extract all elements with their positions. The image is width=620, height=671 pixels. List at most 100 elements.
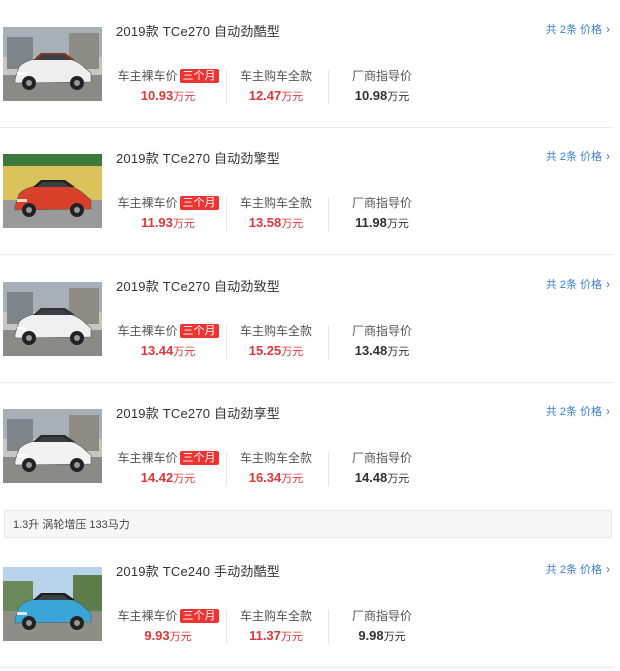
price-count-link[interactable]: 共 2条 价格 › [546,561,610,577]
guide-price-number: 11.98 [355,215,387,230]
price-count-label: 共 2条 价格 [545,406,602,418]
chevron-right-icon: › [606,22,610,36]
naked-price-label-text: 车主裸车价 [117,324,178,338]
price-unit: 万元 [169,631,192,643]
total-price-value: 12.47万元 [232,88,320,105]
price-unit: 万元 [172,218,195,230]
guide-price-number: 13.48 [354,343,388,358]
total-price-block: 车主购车全款 13.58万元 [232,195,320,232]
guide-price-block: 厂商指导价 10.98万元 [344,68,420,105]
row-separator [0,667,614,668]
price-count-link[interactable]: 共 2条 价格 › [546,403,610,419]
total-price-value: 11.37万元 [232,628,320,645]
period-badge: 三个月 [179,69,219,83]
total-price-label: 车主购车全款 [239,196,312,210]
chevron-right-icon: › [606,404,610,418]
guide-price-block: 厂商指导价 14.48万元 [344,450,420,487]
row-separator [0,127,614,128]
total-price-number: 15.25 [248,343,282,358]
car-thumbnail[interactable] [3,282,102,356]
period-badge: 三个月 [179,324,219,338]
guide-price-value: 11.98万元 [344,215,420,232]
car-thumbnail[interactable] [3,567,102,641]
price-unit: 万元 [387,346,410,358]
naked-price-value: 11.93万元 [116,215,220,232]
naked-price-label: 车主裸车价 三个月 [116,450,220,466]
trim-title[interactable]: 2019款 TCe240 手动劲酷型 [116,561,280,580]
trim-title[interactable]: 2019款 TCe270 自动劲酷型 [116,21,280,40]
price-count-label: 共 2条 价格 [545,151,602,163]
trim-title[interactable]: 2019款 TCe270 自动劲致型 [116,276,280,295]
period-badge: 三个月 [179,609,219,623]
chevron-right-icon: › [606,277,610,291]
column-divider [328,197,329,231]
total-price-label: 车主购车全款 [239,324,312,338]
period-badge: 三个月 [179,196,219,210]
naked-price-label-text: 车主裸车价 [117,609,178,623]
total-price-block: 车主购车全款 16.34万元 [232,450,320,487]
column-divider [328,610,329,644]
naked-price-number: 11.93 [141,215,173,230]
naked-price-value: 14.42万元 [116,470,220,487]
price-count-link[interactable]: 共 2条 价格 › [546,276,610,292]
guide-price-label: 厂商指导价 [351,324,412,338]
column-divider [328,325,329,359]
price-count-link[interactable]: 共 2条 价格 › [546,21,610,37]
total-price-number: 11.37 [249,628,281,643]
total-price-block: 车主购车全款 11.37万元 [232,608,320,645]
naked-price-label: 车主裸车价 三个月 [116,195,220,211]
naked-price-number: 10.93 [140,88,174,103]
guide-price-block: 厂商指导价 11.98万元 [344,195,420,232]
total-price-number: 16.34 [248,470,282,485]
car-thumbnail[interactable] [3,409,102,483]
price-count-label: 共 2条 价格 [545,24,602,36]
trim-title[interactable]: 2019款 TCe270 自动劲擎型 [116,148,280,167]
trim-title[interactable]: 2019款 TCe270 自动劲享型 [116,403,280,422]
row-separator [0,382,614,383]
naked-price-label-text: 车主裸车价 [117,196,178,210]
guide-price-label: 厂商指导价 [351,451,412,465]
price-count-label: 共 2条 价格 [545,279,602,291]
price-unit: 万元 [173,91,196,103]
engine-spec-bar: 1.3升 涡轮增压 133马力 [4,510,612,538]
naked-price-label-text: 车主裸车价 [117,69,178,83]
price-count-link[interactable]: 共 2条 价格 › [546,148,610,164]
total-price-number: 12.47 [248,88,282,103]
column-divider [226,325,227,359]
naked-price-number: 9.93 [144,628,170,643]
naked-price-number: 14.42 [140,470,174,485]
price-unit: 万元 [387,91,410,103]
naked-price-block: 车主裸车价 三个月 11.93万元 [116,195,220,232]
column-divider [328,452,329,486]
price-unit: 万元 [387,473,410,485]
car-thumbnail[interactable] [3,154,102,228]
column-divider [226,610,227,644]
naked-price-block: 车主裸车价 三个月 10.93万元 [116,68,220,105]
guide-price-value: 9.98万元 [344,628,420,645]
naked-price-label: 车主裸车价 三个月 [116,323,220,339]
column-divider [226,452,227,486]
price-unit: 万元 [281,473,304,485]
price-unit: 万元 [383,631,406,643]
guide-price-block: 厂商指导价 13.48万元 [344,323,420,360]
guide-price-label: 厂商指导价 [351,196,412,210]
total-price-label: 车主购车全款 [239,609,312,623]
chevron-right-icon: › [606,149,610,163]
price-unit: 万元 [173,473,196,485]
row-separator [0,254,614,255]
car-thumbnail[interactable] [3,27,102,101]
period-badge: 三个月 [179,451,219,465]
naked-price-value: 10.93万元 [116,88,220,105]
price-unit: 万元 [281,346,304,358]
total-price-value: 16.34万元 [232,470,320,487]
total-price-value: 15.25万元 [232,343,320,360]
naked-price-label: 车主裸车价 三个月 [116,68,220,84]
naked-price-block: 车主裸车价 三个月 9.93万元 [116,608,220,645]
guide-price-value: 10.98万元 [344,88,420,105]
guide-price-number: 14.48 [354,470,388,485]
price-unit: 万元 [281,218,304,230]
guide-price-number: 10.98 [354,88,388,103]
price-unit: 万元 [280,631,303,643]
total-price-block: 车主购车全款 15.25万元 [232,323,320,360]
total-price-block: 车主购车全款 12.47万元 [232,68,320,105]
